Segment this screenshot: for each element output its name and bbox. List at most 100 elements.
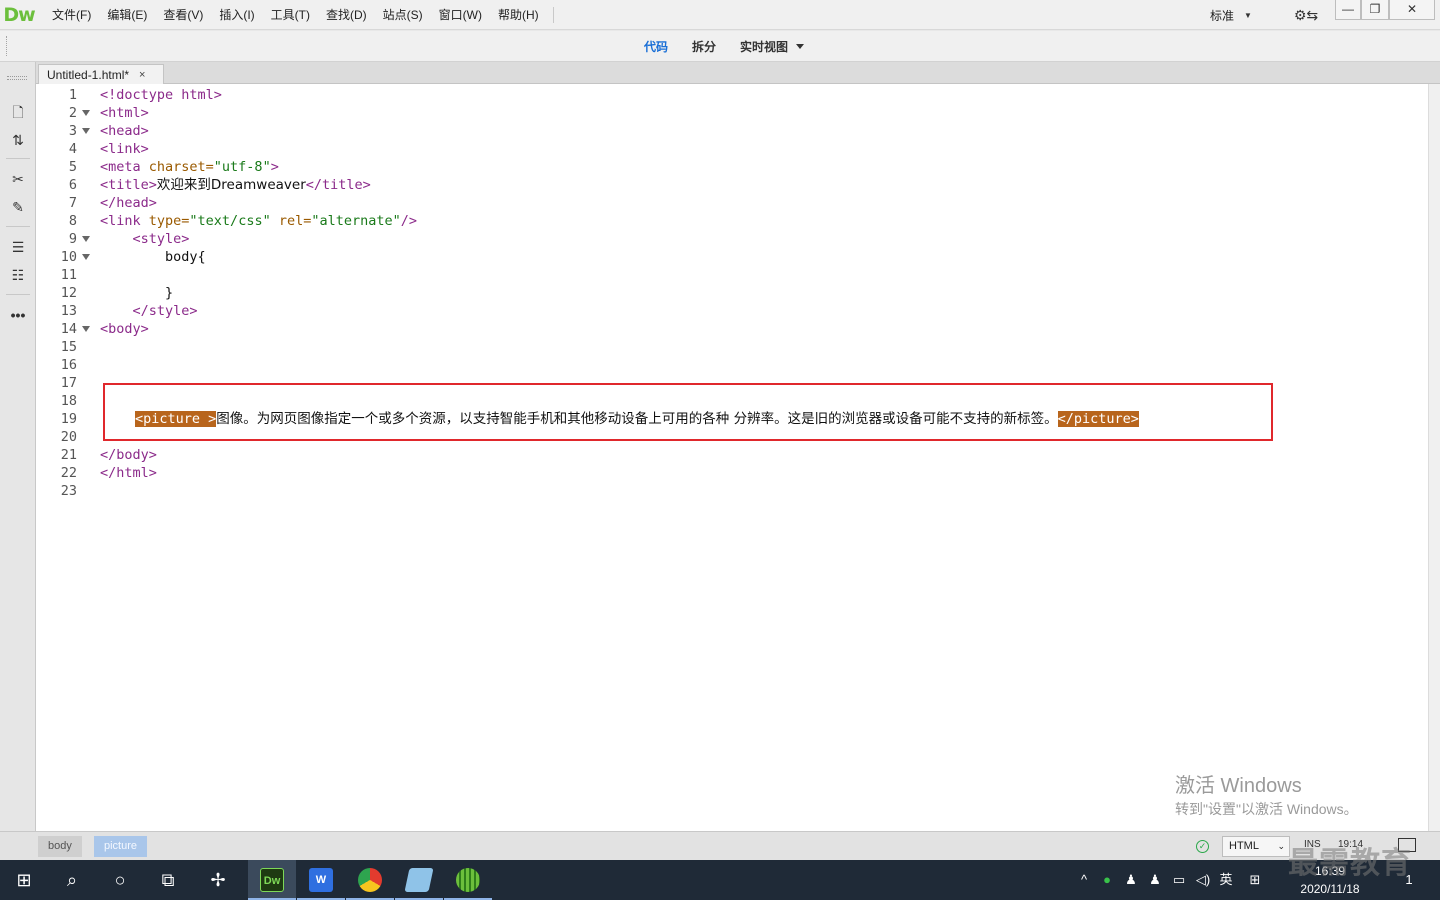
breadcrumb-body[interactable]: body bbox=[38, 836, 82, 857]
line-number: 9 bbox=[68, 231, 77, 247]
breadcrumb-picture[interactable]: picture bbox=[94, 836, 148, 857]
chrome-icon bbox=[358, 868, 382, 892]
view-bar: 代码 拆分 实时视图 bbox=[0, 31, 1440, 62]
code-line[interactable]: } bbox=[100, 284, 173, 302]
apply-comment-icon[interactable]: ☰ bbox=[6, 237, 30, 257]
code-string: "utf-8" bbox=[213, 159, 271, 175]
code-line[interactable]: <title>欢迎来到Dreamweaver</title> bbox=[100, 176, 371, 194]
brand-watermark: 最需教育 bbox=[1288, 846, 1412, 881]
open-documents-icon[interactable]: 🗋 bbox=[6, 102, 30, 122]
workspace-switcher[interactable]: 标准 ▼ bbox=[1210, 0, 1252, 30]
menu-window[interactable]: 窗口(W) bbox=[431, 0, 490, 30]
more-options-icon[interactable]: ••• bbox=[6, 305, 30, 325]
taskbar-chrome[interactable] bbox=[346, 860, 394, 900]
activation-hint: 转到"设置"以激活 Windows。 bbox=[1175, 801, 1358, 817]
ime-language[interactable]: 英 bbox=[1214, 860, 1238, 900]
code-line[interactable]: </body> bbox=[100, 446, 157, 464]
document-tab-bar: Untitled-1.html* × bbox=[36, 62, 1440, 85]
line-number: 14 bbox=[60, 321, 77, 337]
code-line[interactable]: <html> bbox=[100, 104, 149, 122]
code-text: 欢迎来到Dreamweaver bbox=[156, 177, 306, 193]
toolbar-divider bbox=[6, 158, 30, 159]
code-line[interactable]: </head> bbox=[100, 194, 157, 212]
code-editor[interactable]: 1 <!doctype html> 2 <html> 3 <head> 4 <link>… bbox=[36, 84, 1428, 831]
line-number: 4 bbox=[68, 141, 77, 157]
menu-file[interactable]: 文件(F) bbox=[44, 0, 99, 30]
code-line[interactable]: <meta charset="utf-8"> bbox=[100, 158, 279, 176]
tab-live-view[interactable]: 实时视图 bbox=[728, 38, 794, 55]
green-app-icon bbox=[456, 868, 480, 892]
format-source-icon[interactable]: ✎ bbox=[6, 197, 30, 217]
tab-code-view[interactable]: 代码 bbox=[632, 38, 680, 55]
windows-start-icon[interactable]: ⊞ bbox=[0, 860, 48, 900]
document-tab-title: Untitled-1.html* bbox=[47, 68, 130, 82]
tray-expand-icon[interactable]: ^ bbox=[1074, 860, 1094, 900]
line-number: 10 bbox=[60, 249, 77, 265]
line-number: 3 bbox=[68, 123, 77, 139]
windows-activation-watermark: 激活 Windows 转到"设置"以激活 Windows。 bbox=[1175, 773, 1358, 819]
code-line[interactable]: <body> bbox=[100, 320, 149, 338]
line-number: 1 bbox=[68, 87, 77, 103]
close-tab-icon[interactable]: × bbox=[139, 69, 145, 81]
code-line[interactable]: <!doctype html> bbox=[100, 86, 222, 104]
qq-icon[interactable]: ♟ bbox=[1144, 860, 1166, 900]
task-view-icon[interactable]: ⧉ bbox=[144, 860, 192, 900]
fold-arrow-icon[interactable] bbox=[82, 254, 90, 260]
restore-button[interactable]: ❐ bbox=[1361, 0, 1389, 20]
search-icon[interactable]: ⌕ bbox=[48, 860, 96, 900]
remove-comment-icon[interactable]: ☷ bbox=[6, 265, 30, 285]
code-line[interactable]: <link> bbox=[100, 140, 149, 158]
menu-help[interactable]: 帮助(H) bbox=[490, 0, 547, 30]
taskbar-dreamweaver[interactable]: Dw bbox=[248, 860, 296, 900]
sync-settings-icon[interactable]: ⚙⇆ bbox=[1292, 6, 1320, 24]
document-tab[interactable]: Untitled-1.html* × bbox=[38, 64, 164, 85]
line-number: 18 bbox=[60, 393, 77, 409]
ime-mode-icon[interactable]: ⊞ bbox=[1244, 860, 1266, 900]
menu-edit[interactable]: 编辑(E) bbox=[99, 0, 155, 30]
line-number: 19 bbox=[60, 411, 77, 427]
file-management-icon[interactable]: ⇅ bbox=[6, 130, 30, 150]
fold-arrow-icon[interactable] bbox=[82, 236, 90, 242]
fan-app-icon[interactable]: ✢ bbox=[194, 860, 242, 900]
menu-view[interactable]: 查看(V) bbox=[155, 0, 211, 30]
linting-check-icon[interactable]: ✓ bbox=[1196, 840, 1209, 853]
taskbar-notepad[interactable] bbox=[395, 860, 443, 900]
menu-tools[interactable]: 工具(T) bbox=[263, 0, 318, 30]
code-line[interactable]: <head> bbox=[100, 122, 149, 140]
live-view-dropdown-icon[interactable] bbox=[796, 44, 805, 49]
minimize-button[interactable]: — bbox=[1335, 0, 1361, 20]
toolbar-grip[interactable] bbox=[6, 36, 9, 56]
network-icon[interactable]: ▭ bbox=[1168, 860, 1190, 900]
code-line[interactable]: <link type="text/css" rel="alternate"/> bbox=[100, 212, 417, 230]
code-line[interactable]: </html> bbox=[100, 464, 157, 482]
fold-arrow-icon[interactable] bbox=[82, 110, 90, 116]
document-type-select[interactable]: HTML ⌄ bbox=[1222, 836, 1290, 857]
taskbar-green-app[interactable] bbox=[444, 860, 492, 900]
qq-icon[interactable]: ♟ bbox=[1120, 860, 1142, 900]
cortana-icon[interactable]: ○ bbox=[96, 860, 144, 900]
expand-all-icon[interactable]: ✂ bbox=[6, 169, 30, 189]
close-button[interactable]: ✕ bbox=[1389, 0, 1435, 20]
code-string: "text/css" bbox=[189, 213, 271, 229]
fold-arrow-icon[interactable] bbox=[82, 326, 90, 332]
wechat-icon[interactable]: ● bbox=[1096, 860, 1118, 900]
code-line[interactable]: <style> bbox=[100, 230, 190, 248]
fold-arrow-icon[interactable] bbox=[82, 128, 90, 134]
clock-date: 2020/11/18 bbox=[1300, 882, 1360, 896]
line-number: 11 bbox=[60, 267, 77, 283]
menu-insert[interactable]: 插入(I) bbox=[211, 0, 262, 30]
toolbar-divider bbox=[6, 294, 30, 295]
toolbar-grip[interactable] bbox=[7, 76, 27, 80]
code-line[interactable]: </style> bbox=[100, 302, 198, 320]
chevron-down-icon: ⌄ bbox=[1277, 841, 1285, 851]
tab-split-view[interactable]: 拆分 bbox=[680, 38, 728, 55]
vertical-scrollbar[interactable] bbox=[1428, 84, 1440, 831]
menu-find[interactable]: 查找(D) bbox=[318, 0, 375, 30]
code-line[interactable]: body{ bbox=[100, 248, 206, 266]
menu-site[interactable]: 站点(S) bbox=[375, 0, 431, 30]
taskbar-wps[interactable]: W bbox=[297, 860, 345, 900]
line-number: 6 bbox=[68, 177, 77, 193]
document-type-value: HTML bbox=[1229, 840, 1259, 852]
volume-icon[interactable]: ◁) bbox=[1192, 860, 1214, 900]
line-number: 2 bbox=[68, 105, 77, 121]
